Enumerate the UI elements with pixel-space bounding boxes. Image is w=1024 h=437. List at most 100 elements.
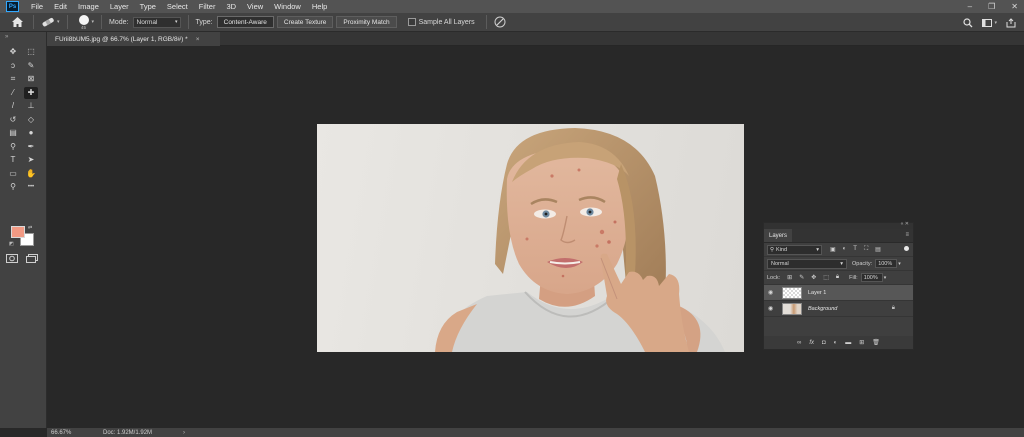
visibility-eye-icon[interactable]: ◉ — [768, 305, 778, 312]
lasso-icon[interactable]: ↄ — [6, 60, 20, 72]
tools-panel: » ✥ ⬚ ↄ ✎ ⌗ ⊠ ⁄ ✚ / ⊥ ↺ ◇ ▤ ● ⚲ ✒ T ➤ ▭ ✋ ⚲ ••• ⇄ ◩ — [0, 32, 47, 428]
shape-filter-icon[interactable]: ⛶ — [864, 246, 868, 253]
pen-icon[interactable]: ✒ — [24, 141, 38, 153]
quick-selection-icon[interactable]: ✎ — [24, 60, 38, 72]
menu-window[interactable]: Window — [274, 2, 301, 11]
more-tools-icon[interactable]: ••• — [24, 181, 38, 193]
collapse-panel-icon[interactable]: « ✕ — [901, 221, 909, 227]
screen-mode-icon[interactable] — [26, 254, 38, 263]
smart-object-filter-icon[interactable]: ▤ — [875, 246, 881, 253]
gradient-icon[interactable]: ▤ — [6, 127, 20, 139]
eyedropper-icon[interactable]: ⁄ — [6, 87, 20, 99]
lock-all-icon[interactable]: 🔒︎ — [836, 274, 839, 281]
menu-bar: Ps File Edit Image Layer Type Select Fil… — [0, 0, 1024, 13]
move-icon[interactable]: ✥ — [6, 46, 20, 58]
layer-row-background[interactable]: ◉ Background 🔒︎ — [764, 301, 913, 317]
menu-layer[interactable]: Layer — [110, 2, 129, 11]
spot-healing-brush-icon[interactable]: ✚ — [24, 86, 38, 99]
blend-mode-select[interactable]: Normal ▾ — [767, 258, 847, 269]
layer-row-layer-1[interactable]: ◉ Layer 1 — [764, 285, 913, 301]
tool-preset-picker[interactable]: ▾ — [41, 17, 60, 27]
menu-image[interactable]: Image — [78, 2, 99, 11]
type-proximity-match-button[interactable]: Proximity Match — [336, 16, 397, 28]
path-selection-icon[interactable]: ➤ — [24, 154, 38, 166]
menu-3d[interactable]: 3D — [226, 2, 236, 11]
rectangle-shape-icon[interactable]: ▭ — [6, 168, 20, 180]
add-mask-icon[interactable]: ◘ — [822, 340, 826, 346]
menu-type[interactable]: Type — [140, 2, 156, 11]
workspace-switcher[interactable]: ▾ — [982, 18, 997, 27]
type-icon[interactable]: T — [6, 154, 20, 166]
visibility-eye-icon[interactable]: ◉ — [768, 289, 778, 296]
type-filter-icon[interactable]: T — [853, 246, 857, 253]
layer-name: Background — [808, 305, 838, 312]
fill-field[interactable]: 100% — [860, 273, 883, 282]
menu-edit[interactable]: Edit — [54, 2, 67, 11]
lock-transparent-pixels-icon[interactable]: ⊞ — [787, 274, 792, 281]
opacity-field[interactable]: 100% — [875, 259, 898, 268]
clone-stamp-icon[interactable]: ⊥ — [24, 100, 38, 112]
chevron-down-icon[interactable]: ▾ — [898, 261, 901, 267]
frame-icon[interactable]: ⊠ — [24, 73, 38, 85]
new-group-icon[interactable]: ▬ — [845, 340, 851, 346]
lock-position-icon[interactable]: ✥ — [811, 274, 816, 281]
crop-icon[interactable]: ⌗ — [6, 73, 20, 85]
default-colors-icon[interactable]: ◩ — [9, 241, 14, 247]
home-icon[interactable] — [8, 13, 26, 31]
eraser-icon[interactable]: ◇ — [24, 114, 38, 126]
filter-toggle-icon[interactable] — [904, 246, 909, 251]
brush-icon[interactable]: / — [6, 100, 20, 112]
document-tab-bar: FUrii8bUM5.jpg @ 66.7% (Layer 1, RGB/8#)… — [47, 32, 1024, 46]
filter-kind-select[interactable]: ⚲ Kind ▾ — [767, 244, 822, 255]
blur-icon[interactable]: ● — [24, 127, 38, 139]
status-menu-icon[interactable]: › — [183, 430, 185, 436]
menu-select[interactable]: Select — [167, 2, 188, 11]
sample-all-layers-checkbox[interactable] — [407, 18, 416, 26]
share-icon[interactable] — [1006, 17, 1016, 28]
close-button[interactable]: ✕ — [1011, 2, 1018, 11]
lock-artboard-icon[interactable]: ⬚ — [823, 274, 829, 281]
type-create-texture-button[interactable]: Create Texture — [276, 16, 334, 28]
dodge-icon[interactable]: ⚲ — [6, 141, 20, 153]
swap-colors-icon[interactable]: ⇄ — [28, 225, 32, 231]
pressure-size-icon[interactable] — [494, 16, 506, 28]
history-brush-icon[interactable]: ↺ — [6, 114, 20, 126]
mode-select[interactable]: Normal ▾ — [132, 16, 181, 28]
menu-file[interactable]: File — [31, 2, 43, 11]
brush-preset-picker[interactable]: 45 — [78, 14, 89, 30]
chevron-down-icon[interactable]: ▾ — [92, 19, 95, 25]
panel-menu-icon[interactable]: ≡ — [905, 232, 909, 238]
foreground-color-swatch[interactable] — [11, 226, 25, 238]
layer-style-icon[interactable]: fx — [809, 340, 814, 346]
restore-button[interactable]: ❐ — [988, 2, 995, 11]
type-content-aware-button[interactable]: Content-Aware — [216, 16, 274, 28]
rectangular-marquee-icon[interactable]: ⬚ — [24, 46, 38, 58]
menu-filter[interactable]: Filter — [199, 2, 216, 11]
collapse-panel-icon[interactable]: » — [5, 34, 8, 40]
tab-layers[interactable]: Layers — [764, 229, 793, 242]
zoom-icon[interactable]: ⚲ — [6, 181, 20, 193]
adjustment-layer-icon[interactable]: ◐ — [834, 340, 838, 346]
link-layers-icon[interactable]: ∞ — [797, 340, 801, 346]
minimize-button[interactable]: – — [968, 2, 972, 11]
hand-icon[interactable]: ✋ — [24, 168, 38, 180]
search-icon[interactable] — [963, 17, 973, 28]
separator — [66, 15, 68, 29]
zoom-level[interactable]: 66.67% — [51, 430, 103, 436]
close-tab-icon[interactable]: × — [196, 36, 200, 43]
status-bar: 66.67% Doc: 1.92M/1.92M › — [47, 428, 1024, 437]
new-layer-icon[interactable]: ⊞ — [859, 339, 864, 346]
pixel-filter-icon[interactable]: ▣ — [830, 246, 836, 253]
chevron-down-icon[interactable]: ▾ — [884, 275, 887, 281]
adjustment-filter-icon[interactable]: ◐ — [843, 246, 847, 253]
document-canvas[interactable] — [317, 124, 744, 352]
delete-layer-icon[interactable]: 🗑︎ — [872, 339, 880, 346]
lock-label: Lock: — [767, 274, 781, 281]
blend-row: Normal ▾ Opacity: 100% ▾ — [764, 257, 913, 271]
menu-help[interactable]: Help — [312, 2, 327, 11]
menu-view[interactable]: View — [247, 2, 263, 11]
quick-mask-icon[interactable] — [6, 254, 18, 263]
layer-lock-icon[interactable]: 🔒︎ — [892, 305, 895, 312]
document-tab[interactable]: FUrii8bUM5.jpg @ 66.7% (Layer 1, RGB/8#)… — [47, 32, 220, 46]
lock-image-pixels-icon[interactable]: ✎ — [799, 274, 804, 281]
